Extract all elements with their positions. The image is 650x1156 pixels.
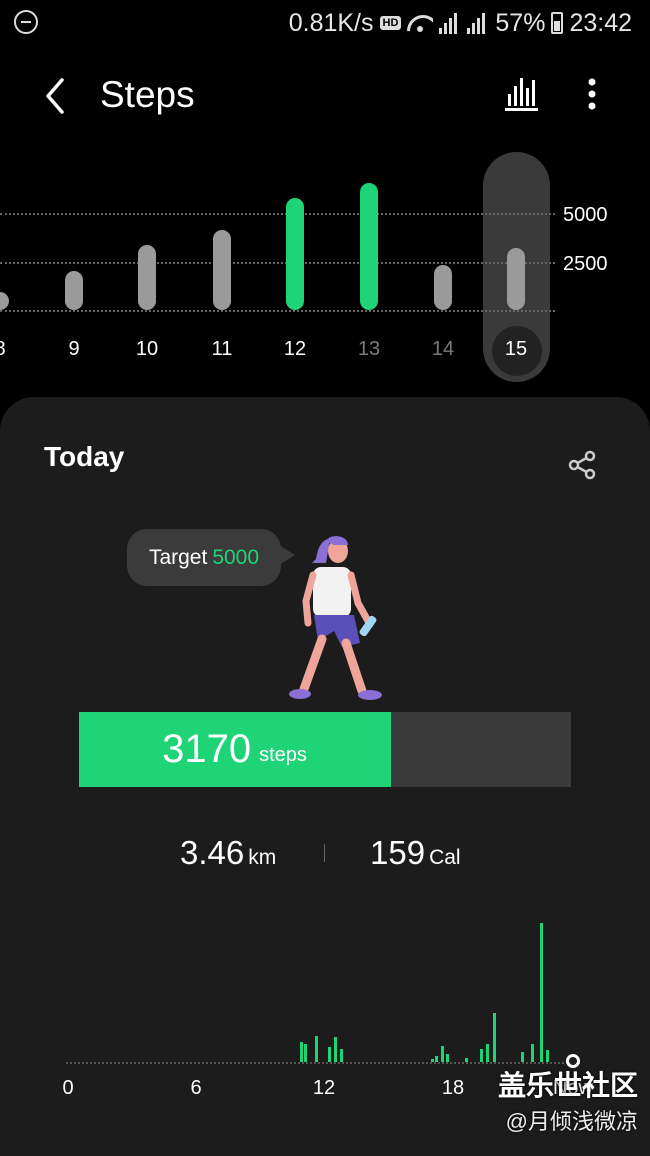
- gridline-label-2500: 2500: [563, 253, 608, 275]
- steps-unit: steps: [259, 744, 307, 766]
- wifi-icon: [407, 13, 433, 33]
- day-label-11[interactable]: 11: [202, 338, 242, 361]
- day-label-15[interactable]: 15: [496, 338, 536, 361]
- app-header: Steps: [0, 60, 650, 132]
- gridline-5000: [0, 213, 555, 215]
- stats-row: 3.46 km 159 Cal: [0, 834, 650, 884]
- status-bar: 0.81K/s HD 57% 23:42: [0, 0, 650, 46]
- day-bar-10[interactable]: [138, 245, 156, 310]
- watermark-line-2: @月倾浅微凉: [505, 1109, 638, 1134]
- target-value: 5000: [212, 545, 260, 569]
- target-bubble: Target 5000: [127, 529, 295, 586]
- today-card: Today Target 5000 3170 steps 3.46 km 159…: [0, 397, 650, 1156]
- hourly-bar: [303, 1043, 307, 1062]
- calories-unit: Cal: [429, 846, 461, 869]
- hourly-bar: [486, 1043, 490, 1062]
- share-button[interactable]: [566, 449, 598, 481]
- stats-divider: [324, 844, 325, 862]
- hourly-bar: [434, 1056, 438, 1062]
- target-label: Target: [148, 545, 208, 569]
- gridline-0: [0, 310, 555, 312]
- share-icon: [568, 450, 596, 480]
- trends-button[interactable]: [502, 74, 542, 114]
- calories-stat: 159 Cal: [370, 834, 461, 872]
- hourly-bar: [520, 1052, 524, 1062]
- net-speed: 0.81K/s: [288, 8, 374, 37]
- steps-count: 3170: [162, 727, 252, 771]
- day-label-8[interactable]: 8: [0, 338, 20, 361]
- hourly-bar: [441, 1045, 445, 1062]
- hourly-bar: [546, 1050, 550, 1062]
- day-label-12[interactable]: 12: [275, 338, 315, 361]
- distance-value: 3.46: [180, 834, 245, 871]
- hourly-bar: [445, 1053, 449, 1062]
- watermark-line-1: 盖乐世社区: [497, 1070, 638, 1101]
- day-label-14[interactable]: 14: [423, 338, 463, 361]
- hourly-bar: [333, 1037, 337, 1062]
- clock: 23:42: [569, 8, 632, 37]
- hourly-bar: [479, 1048, 483, 1062]
- day-bar-8[interactable]: [0, 292, 9, 310]
- gridline-label-5000: 5000: [563, 204, 608, 226]
- day-label-13[interactable]: 13: [349, 338, 389, 361]
- day-bar-15[interactable]: [507, 247, 525, 310]
- today-title: Today: [44, 441, 125, 472]
- chevron-left-icon: [46, 78, 64, 114]
- page-title: Steps: [100, 74, 195, 115]
- distance-unit: km: [248, 846, 277, 869]
- hourly-bar: [314, 1035, 318, 1062]
- hd-badge: HD: [379, 16, 402, 30]
- gridline-2500: [0, 262, 555, 264]
- hourly-bar: [464, 1058, 468, 1062]
- hourly-bar: [492, 1012, 496, 1062]
- hourly-bar: [340, 1048, 344, 1062]
- steps-progress-bar: 3170 steps: [79, 712, 571, 787]
- hour-label-0: 0: [62, 1077, 74, 1099]
- steps-progress-text: 3170 steps: [79, 712, 390, 787]
- hourly-bar: [531, 1043, 535, 1062]
- day-label-9[interactable]: 9: [54, 338, 94, 361]
- day-bar-14[interactable]: [434, 264, 452, 310]
- status-right: 0.81K/s HD 57% 23:42: [289, 6, 632, 40]
- battery-percent: 57%: [495, 8, 546, 37]
- day-bar-11[interactable]: [213, 229, 231, 310]
- day-bar-9[interactable]: [65, 270, 83, 310]
- distance-stat: 3.46 km: [180, 834, 276, 872]
- signal-icon-2: [467, 12, 489, 34]
- bar-chart-icon: [505, 78, 538, 111]
- day-bar-12[interactable]: [286, 198, 304, 310]
- hour-label-6: 6: [190, 1077, 202, 1099]
- day-bar-13[interactable]: [360, 182, 378, 310]
- hourly-bar: [539, 923, 543, 1062]
- hourly-bar: [327, 1047, 331, 1062]
- daily-steps-chart[interactable]: 5000 2500 8 9 10 11 12 13 14 15: [0, 150, 650, 390]
- hour-label-12: 12: [312, 1077, 336, 1099]
- battery-icon: [551, 12, 564, 34]
- hourly-bar: [430, 1058, 434, 1062]
- watermark: 盖乐世社区 @月倾浅微凉: [498, 1064, 638, 1136]
- signal-icon-1: [439, 12, 461, 34]
- day-label-10[interactable]: 10: [127, 338, 167, 361]
- hourly-bar: [299, 1042, 303, 1062]
- walking-person-illustration: [289, 536, 382, 700]
- back-button[interactable]: [36, 74, 76, 118]
- hour-label-18: 18: [441, 1077, 465, 1099]
- more-options-button[interactable]: [578, 74, 606, 114]
- calories-value: 159: [370, 834, 426, 871]
- more-vertical-icon: [588, 78, 596, 110]
- do-not-disturb-icon: [14, 10, 38, 34]
